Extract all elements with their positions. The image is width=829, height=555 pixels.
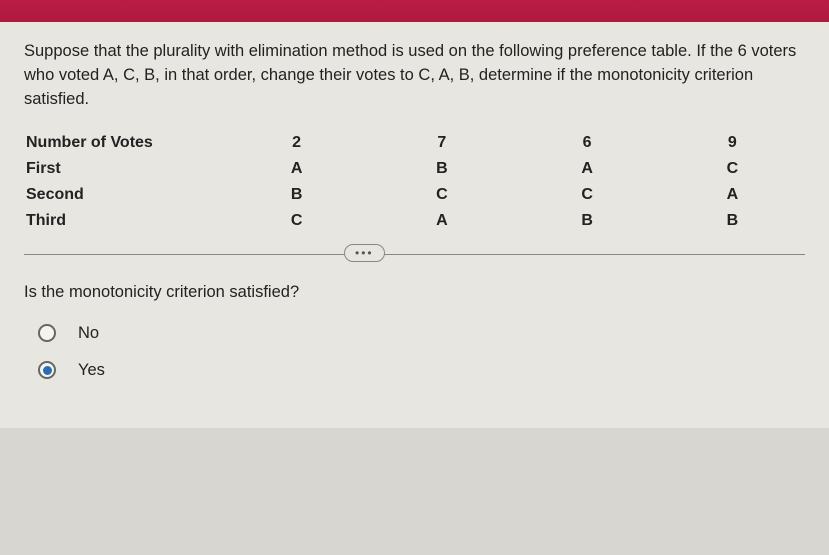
cell-votes-2: 6: [515, 130, 660, 156]
table-row: First A B A C: [24, 156, 805, 182]
option-yes[interactable]: Yes: [38, 361, 805, 380]
divider-line: [24, 254, 805, 255]
answer-options: No Yes: [24, 324, 805, 380]
option-label: Yes: [78, 361, 105, 380]
row-label-first: First: [24, 156, 224, 182]
cell-second-3: A: [660, 182, 805, 208]
cell-second-1: C: [369, 182, 514, 208]
cell-first-3: C: [660, 156, 805, 182]
cell-votes-1: 7: [369, 130, 514, 156]
row-label-second: Second: [24, 182, 224, 208]
cell-first-2: A: [515, 156, 660, 182]
radio-icon: [38, 361, 56, 379]
cell-votes-3: 9: [660, 130, 805, 156]
cell-third-3: B: [660, 208, 805, 234]
row-label-third: Third: [24, 208, 224, 234]
cell-third-0: C: [224, 208, 369, 234]
table-row: Second B C C A: [24, 182, 805, 208]
cell-second-2: C: [515, 182, 660, 208]
radio-icon: [38, 324, 56, 342]
cell-third-2: B: [515, 208, 660, 234]
cell-second-0: B: [224, 182, 369, 208]
cell-first-1: B: [369, 156, 514, 182]
question-card: Suppose that the plurality with eliminat…: [0, 22, 829, 428]
table-row: Third C A B B: [24, 208, 805, 234]
cell-votes-0: 2: [224, 130, 369, 156]
sub-question-prompt: Is the monotonicity criterion satisfied?: [24, 283, 805, 302]
cell-third-1: A: [369, 208, 514, 234]
cell-first-0: A: [224, 156, 369, 182]
top-accent-bar: [0, 0, 829, 22]
expand-button[interactable]: •••: [344, 244, 385, 262]
preference-table: Number of Votes 2 7 6 9 First A B A C Se…: [24, 130, 805, 234]
question-prompt: Suppose that the plurality with eliminat…: [24, 40, 805, 112]
option-label: No: [78, 324, 99, 343]
section-divider: •••: [24, 254, 805, 255]
table-row: Number of Votes 2 7 6 9: [24, 130, 805, 156]
row-label-votes: Number of Votes: [24, 130, 224, 156]
option-no[interactable]: No: [38, 324, 805, 343]
